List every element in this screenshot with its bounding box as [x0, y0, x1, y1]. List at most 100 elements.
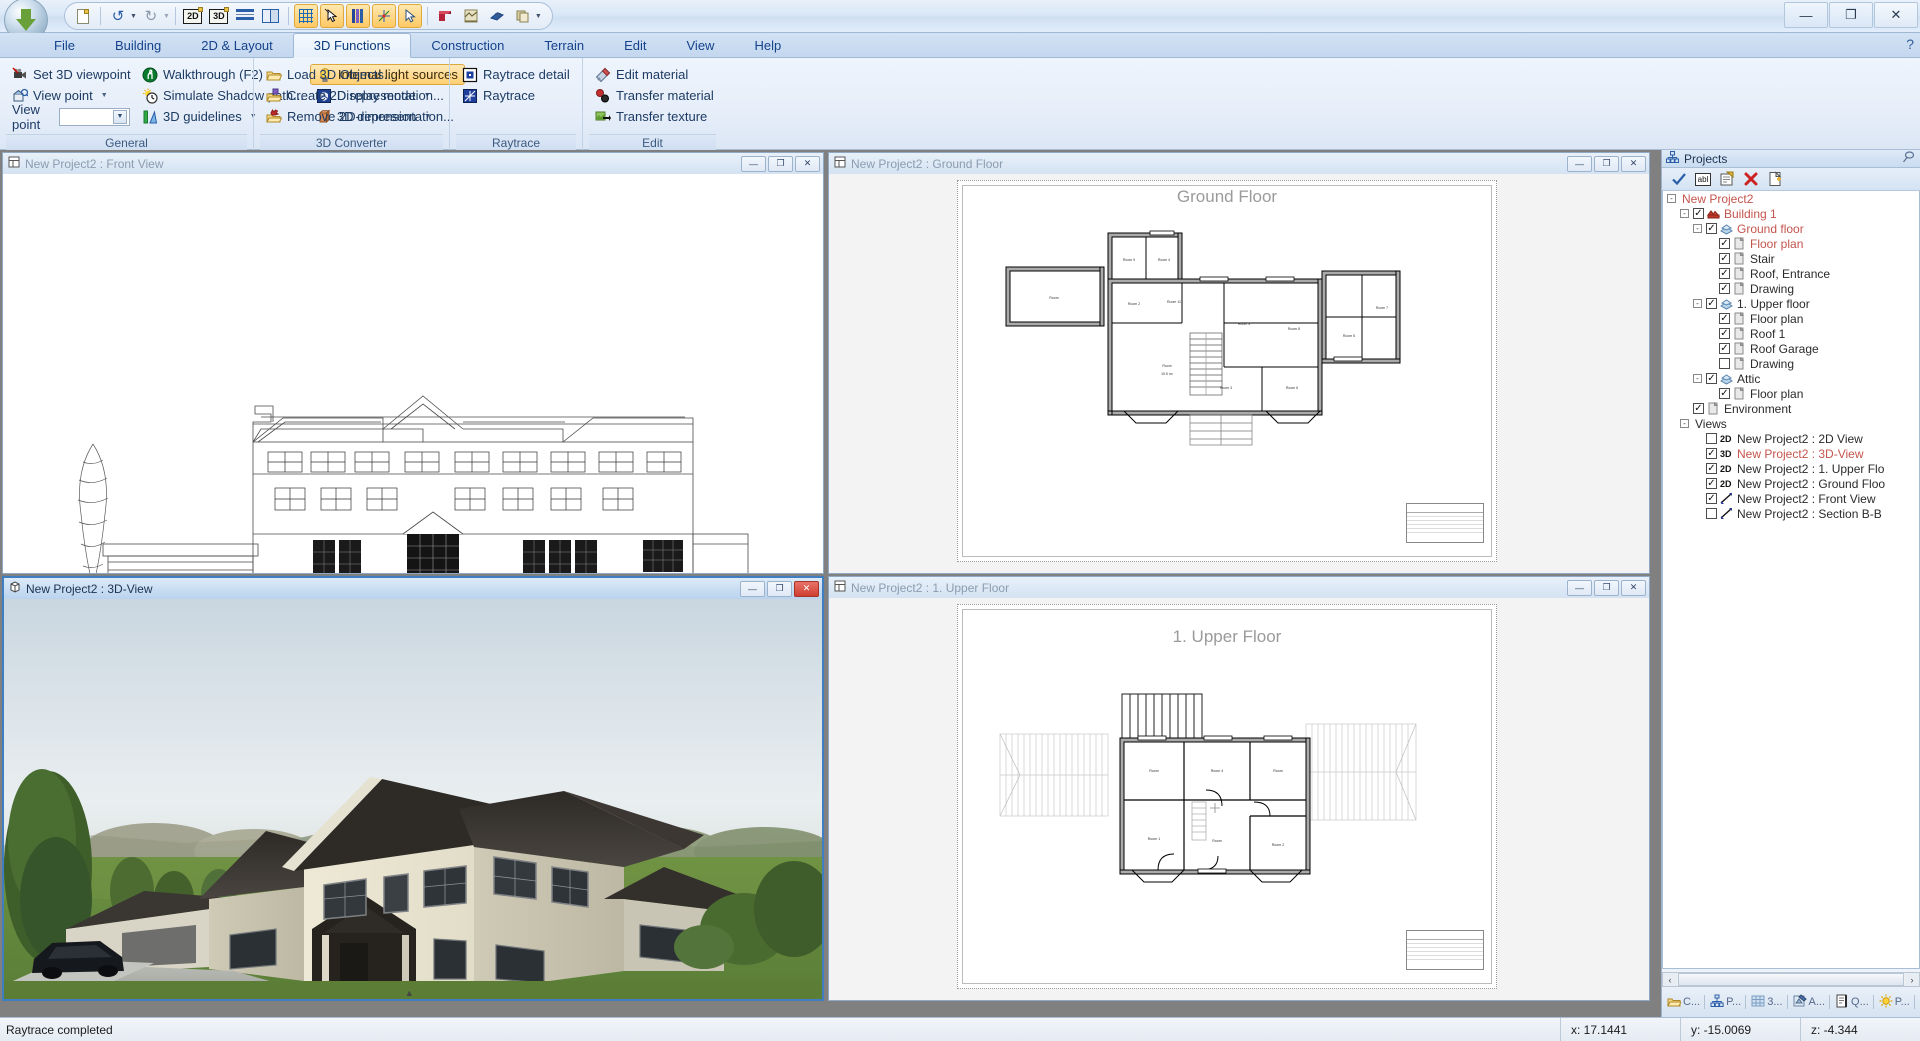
- undo-button[interactable]: ↺: [106, 4, 130, 28]
- transfer-texture-button[interactable]: Transfer texture: [589, 106, 717, 127]
- properties-button[interactable]: [1716, 169, 1738, 189]
- front-view-close[interactable]: ✕: [795, 156, 820, 172]
- 3d-view-titlebar[interactable]: New Project2 : 3D-View — ❐ ✕: [4, 578, 822, 599]
- terrain-tool-button[interactable]: [459, 4, 483, 28]
- scroll-left-icon[interactable]: ‹: [1663, 973, 1677, 986]
- load-3d-objects-button[interactable]: Load 3D Objects...: [260, 64, 444, 85]
- ribbon-tab-building[interactable]: Building: [95, 33, 181, 57]
- scroll-right-icon[interactable]: ›: [1905, 973, 1919, 986]
- minimize-button[interactable]: —: [1784, 2, 1828, 28]
- tree-item-checkbox[interactable]: [1693, 208, 1704, 219]
- tree-item[interactable]: Roof 1: [1663, 326, 1919, 341]
- view-2d-button[interactable]: 2D: [181, 4, 205, 28]
- roof-tool-button[interactable]: [433, 4, 457, 28]
- tree-item[interactable]: Floor plan: [1663, 236, 1919, 251]
- tree-item[interactable]: 3DNew Project2 : 3D-View: [1663, 446, 1919, 461]
- new-document-button[interactable]: [71, 4, 95, 28]
- hscroll-thumb[interactable]: [1678, 973, 1904, 986]
- mdi-window-front-view[interactable]: New Project2 : Front View — ❐ ✕: [2, 152, 824, 574]
- mdi-window-upper-floor[interactable]: New Project2 : 1. Upper Floor — ❐ ✕ 1. U…: [828, 576, 1650, 1001]
- tree-expander-icon[interactable]: -: [1680, 209, 1689, 218]
- tile-horizontal-button[interactable]: [233, 4, 257, 28]
- upper-floor-minimize[interactable]: —: [1567, 580, 1592, 596]
- tree-item-checkbox[interactable]: [1719, 268, 1730, 279]
- tree-item[interactable]: New Project2 : Front View: [1663, 491, 1919, 506]
- raytrace-button[interactable]: Raytrace: [456, 85, 576, 106]
- view-point-dropdown-icon[interactable]: ▼: [101, 92, 108, 99]
- ribbon-tab-2d-layout[interactable]: 2D & Layout: [181, 33, 293, 57]
- tree-item[interactable]: -Ground floor: [1663, 221, 1919, 236]
- tree-item-checkbox[interactable]: [1706, 448, 1717, 459]
- view-3d-button[interactable]: 3D: [207, 4, 231, 28]
- tree-item-checkbox[interactable]: [1719, 313, 1730, 324]
- architecture-tab[interactable]: A...: [1791, 994, 1833, 1011]
- tree-item-checkbox[interactable]: [1719, 238, 1730, 249]
- tree-item[interactable]: Stair: [1663, 251, 1919, 266]
- layers-tool-button[interactable]: [511, 4, 535, 28]
- tree-item-checkbox[interactable]: [1719, 253, 1730, 264]
- project-tree[interactable]: -New Project2-Building 1-Ground floorFlo…: [1662, 191, 1920, 969]
- 3d-view-scroll-marker[interactable]: ▲: [405, 988, 414, 998]
- tree-expander-icon[interactable]: -: [1693, 224, 1702, 233]
- remove-2d-representation-button[interactable]: Remove 2D-representation...: [260, 106, 444, 127]
- tree-item[interactable]: 2DNew Project2 : 2D View: [1663, 431, 1919, 446]
- tree-item-checkbox[interactable]: [1719, 283, 1730, 294]
- maximize-button[interactable]: ❐: [1829, 2, 1873, 28]
- undo-dropdown-icon[interactable]: ▼: [130, 13, 137, 20]
- ground-floor-restore[interactable]: ❐: [1594, 156, 1619, 172]
- ribbon-tab-edit[interactable]: Edit: [604, 33, 666, 57]
- tree-item-checkbox[interactable]: [1706, 433, 1717, 444]
- project-tree-hscrollbar[interactable]: ‹ ›: [1662, 972, 1920, 987]
- tree-item-checkbox[interactable]: [1706, 493, 1717, 504]
- tree-item[interactable]: -Views: [1663, 416, 1919, 431]
- tree-item-checkbox[interactable]: [1706, 298, 1717, 309]
- upper-floor-restore[interactable]: ❐: [1594, 580, 1619, 596]
- tree-item-checkbox[interactable]: [1693, 403, 1704, 414]
- tree-expander-icon[interactable]: -: [1693, 374, 1702, 383]
- mdi-window-3d-view[interactable]: New Project2 : 3D-View — ❐ ✕: [2, 576, 824, 1001]
- qat-overflow-icon[interactable]: ⩨: [495, 10, 501, 23]
- tree-item-checkbox[interactable]: [1706, 463, 1717, 474]
- rename-button[interactable]: abl: [1692, 169, 1714, 189]
- apply-check-button[interactable]: [1668, 169, 1690, 189]
- pin-icon[interactable]: [1902, 151, 1920, 167]
- tree-item[interactable]: New Project2 : Section B-B: [1663, 506, 1919, 521]
- ribbon-tab-view[interactable]: View: [667, 33, 735, 57]
- tree-item[interactable]: Roof Garage: [1663, 341, 1919, 356]
- tree-item[interactable]: Drawing: [1663, 281, 1919, 296]
- redo-dropdown-icon[interactable]: ▼: [163, 13, 170, 20]
- help-icon[interactable]: ?: [1906, 36, 1914, 52]
- tree-item[interactable]: -Attic: [1663, 371, 1919, 386]
- tree-item[interactable]: -New Project2: [1663, 191, 1919, 206]
- tree-item[interactable]: 2DNew Project2 : Ground Floo: [1663, 476, 1919, 491]
- quantity-tab[interactable]: Q...: [1833, 994, 1876, 1011]
- ribbon-tab-terrain[interactable]: Terrain: [524, 33, 604, 57]
- upper-floor-titlebar[interactable]: New Project2 : 1. Upper Floor — ❐ ✕: [829, 577, 1649, 598]
- view-point-button[interactable]: View point ▼: [6, 85, 136, 106]
- 3d-view-minimize[interactable]: —: [740, 581, 765, 597]
- front-view-titlebar[interactable]: New Project2 : Front View — ❐ ✕: [3, 153, 823, 174]
- upper-floor-canvas[interactable]: 1. Upper Floor: [829, 598, 1649, 1000]
- tree-item[interactable]: 2DNew Project2 : 1. Upper Flo: [1663, 461, 1919, 476]
- object-snap-button[interactable]: [372, 4, 396, 28]
- chevron-down-icon[interactable]: ▼: [113, 110, 127, 124]
- tree-item[interactable]: Environment: [1663, 401, 1919, 416]
- close-button[interactable]: ✕: [1874, 2, 1918, 28]
- 3d-view-restore[interactable]: ❐: [767, 581, 792, 597]
- redo-button[interactable]: ↻: [139, 4, 163, 28]
- tree-expander-icon[interactable]: -: [1680, 419, 1689, 428]
- ribbon-tab-file[interactable]: File: [34, 33, 95, 57]
- front-view-minimize[interactable]: —: [741, 156, 766, 172]
- upper-floor-close[interactable]: ✕: [1621, 580, 1646, 596]
- transfer-material-button[interactable]: Transfer material: [589, 85, 717, 106]
- 3d-view-render-canvas[interactable]: ▲: [4, 599, 822, 999]
- tree-item-checkbox[interactable]: [1706, 373, 1717, 384]
- tile-vertical-button[interactable]: [259, 4, 283, 28]
- pointer-snap-button[interactable]: [320, 4, 344, 28]
- catalog-tab[interactable]: C...: [1665, 994, 1707, 1011]
- tree-item[interactable]: Floor plan: [1663, 386, 1919, 401]
- wall-layers-button[interactable]: [346, 4, 370, 28]
- layers-dropdown-icon[interactable]: ▼: [535, 13, 542, 20]
- set-3d-viewpoint-button[interactable]: Set 3D viewpoint: [6, 64, 136, 85]
- edit-material-button[interactable]: Edit material: [589, 64, 717, 85]
